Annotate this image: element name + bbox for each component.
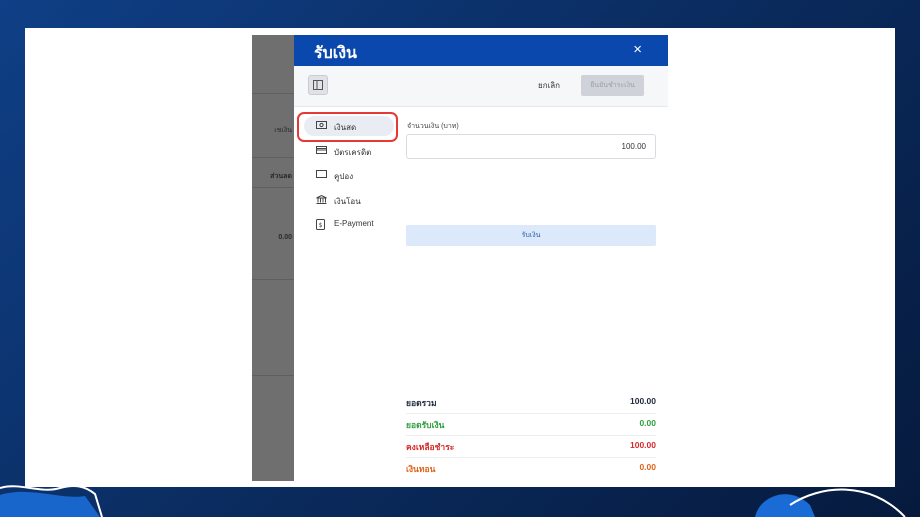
method-credit-card[interactable]: บัตรเครดิต xyxy=(304,141,394,161)
summary-row-received: ยอดรับเงิน 0.00 xyxy=(406,413,656,436)
summary-label: เงินทอน xyxy=(406,464,436,474)
confirm-payment-button[interactable]: ยืนยันชำระเงิน xyxy=(581,75,644,96)
sidebar-layout-icon xyxy=(313,80,323,90)
coupon-icon xyxy=(316,170,327,178)
receive-payment-modal: รับเงิน × ยกเลิก ยืนยันชำระเงิน เงินสด บ… xyxy=(294,35,668,481)
bank-icon xyxy=(316,195,327,204)
method-bank-transfer[interactable]: เงินโอน xyxy=(304,190,394,210)
amount-label: จำนวนเงิน (บาท) xyxy=(407,123,459,130)
method-coupon[interactable]: คูปอง xyxy=(304,165,394,185)
summary-label: ยอดรวม xyxy=(406,398,437,408)
summary-label: ยอดรับเงิน xyxy=(406,420,445,430)
modal-toolbar: ยกเลิก ยืนยันชำระเงิน xyxy=(294,66,668,107)
backdrop-column-header: เชเงิน xyxy=(274,127,292,134)
summary-row-remaining: คงเหลือชำระ 100.00 xyxy=(406,435,656,458)
summary-row-total: ยอดรวม 100.00 xyxy=(406,391,656,414)
close-icon[interactable]: × xyxy=(633,40,642,60)
method-label: คูปอง xyxy=(334,172,354,181)
amount-input[interactable]: 100.00 xyxy=(406,134,656,159)
modal-title: รับเงิน xyxy=(314,45,357,62)
receive-button[interactable]: รับเงิน xyxy=(406,225,656,246)
summary-row-change: เงินทอน 0.00 xyxy=(406,457,656,479)
summary-value: 0.00 xyxy=(639,418,656,428)
layout-toggle-button[interactable] xyxy=(308,75,328,95)
summary-value: 0.00 xyxy=(639,462,656,472)
backdrop-discount-label: ส่วนลด xyxy=(270,173,292,180)
content-card: เชเงิน ส่วนลด 0.00 รับเงิน × ยกเลิก ยืนย… xyxy=(25,28,895,487)
credit-card-icon xyxy=(316,146,327,154)
dimmed-backdrop: เชเงิน ส่วนลด 0.00 xyxy=(252,35,294,481)
backdrop-discount-value: 0.00 xyxy=(278,234,292,241)
modal-header: รับเงิน × xyxy=(294,35,668,66)
summary-label: คงเหลือชำระ xyxy=(406,442,455,452)
svg-text:$: $ xyxy=(319,222,323,229)
summary-value: 100.00 xyxy=(630,440,656,450)
epayment-icon: $ xyxy=(316,219,325,230)
highlight-annotation xyxy=(297,112,398,142)
method-epayment[interactable]: $ E-Payment xyxy=(304,214,394,234)
method-label: E-Payment xyxy=(334,219,374,228)
app-screenshot: เชเงิน ส่วนลด 0.00 รับเงิน × ยกเลิก ยืนย… xyxy=(252,35,668,481)
method-label: เงินโอน xyxy=(334,197,361,206)
method-label: บัตรเครดิต xyxy=(334,148,372,157)
cancel-button[interactable]: ยกเลิก xyxy=(538,79,560,92)
summary-value: 100.00 xyxy=(630,396,656,406)
